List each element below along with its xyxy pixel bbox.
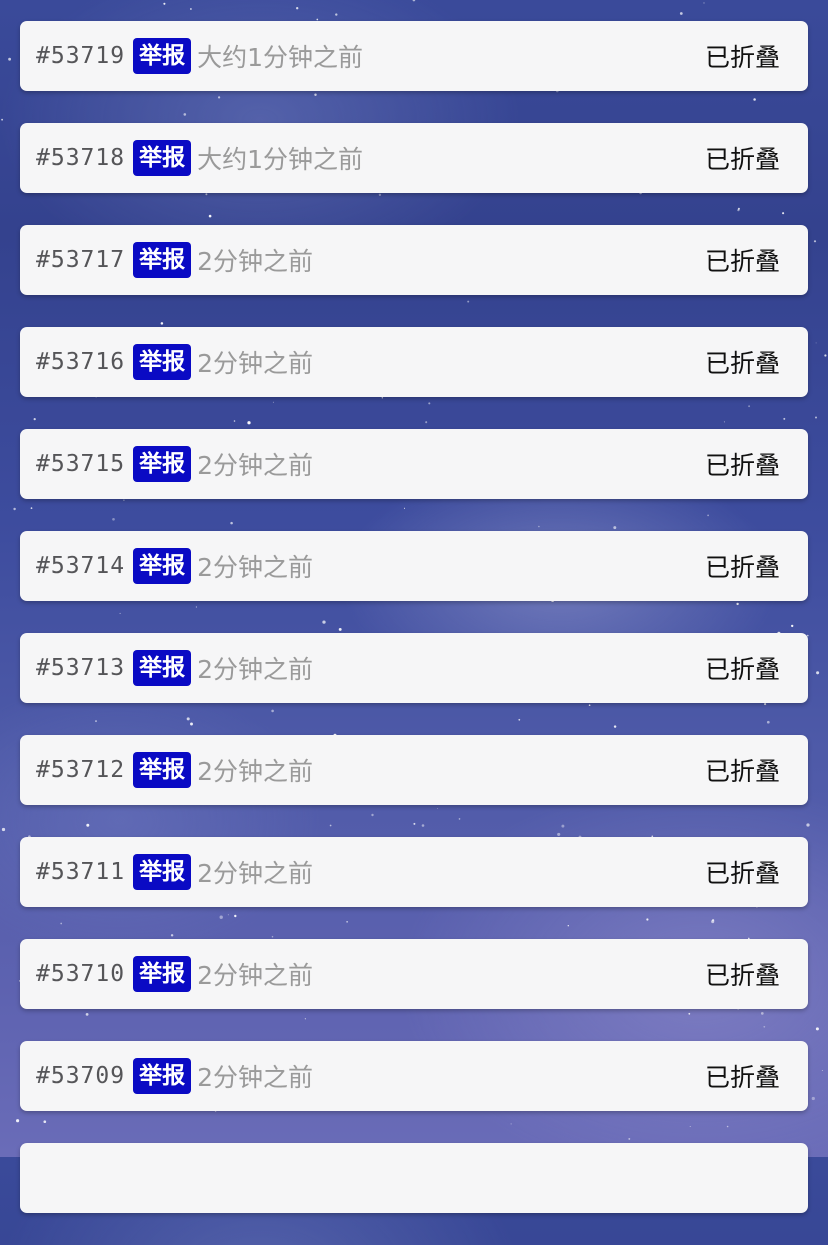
post-card[interactable]: #53718 举报 大约1分钟之前 已折叠: [20, 123, 808, 193]
star: [824, 354, 827, 357]
post-id: #53713: [36, 655, 126, 681]
star: [815, 342, 817, 344]
post-time: 2分钟之前: [197, 859, 313, 888]
star: [163, 2, 166, 5]
report-button[interactable]: 举报: [133, 548, 192, 584]
star: [16, 1119, 20, 1123]
post-card[interactable]: #53716 举报 2分钟之前 已折叠: [20, 327, 808, 397]
star: [8, 57, 12, 61]
post-id: #53715: [36, 451, 126, 477]
star: [1, 118, 4, 121]
report-button[interactable]: 举报: [133, 1058, 192, 1094]
report-button[interactable]: 举报: [133, 446, 192, 482]
collapsed-status[interactable]: 已折叠: [705, 446, 780, 482]
star: [679, 12, 683, 15]
post-id: #53711: [36, 859, 126, 885]
post-id: #53716: [36, 349, 126, 375]
star: [815, 416, 817, 419]
star: [412, 0, 416, 2]
collapsed-status[interactable]: 已折叠: [705, 752, 780, 788]
report-button[interactable]: 举报: [133, 344, 192, 380]
post-list: #53719 举报 大约1分钟之前 已折叠 #53718 举报 大约1分钟之前 …: [20, 21, 808, 1245]
post-time: 大约1分钟之前: [197, 145, 364, 174]
post-card[interactable]: #53719 举报 大约1分钟之前 已折叠: [20, 21, 808, 91]
post-time: 2分钟之前: [197, 349, 313, 378]
post-card-partial[interactable]: [20, 1143, 808, 1213]
star: [815, 1027, 819, 1031]
post-id: #53719: [36, 43, 126, 69]
star: [703, 2, 705, 4]
star: [813, 240, 817, 243]
post-time: 2分钟之前: [197, 247, 313, 276]
collapsed-status[interactable]: 已折叠: [705, 650, 780, 686]
post-id: #53717: [36, 247, 126, 273]
collapsed-status[interactable]: 已折叠: [705, 38, 780, 74]
post-id: #53710: [36, 961, 126, 987]
report-button[interactable]: 举报: [133, 956, 192, 992]
post-card[interactable]: #53713 举报 2分钟之前 已折叠: [20, 633, 808, 703]
report-button[interactable]: 举报: [133, 650, 192, 686]
collapsed-status[interactable]: 已折叠: [705, 140, 780, 176]
report-button[interactable]: 举报: [133, 854, 192, 890]
post-time: 2分钟之前: [197, 451, 313, 480]
post-card[interactable]: #53714 举报 2分钟之前 已折叠: [20, 531, 808, 601]
star: [821, 1069, 823, 1071]
post-card[interactable]: #53710 举报 2分钟之前 已折叠: [20, 939, 808, 1009]
collapsed-status[interactable]: 已折叠: [705, 548, 780, 584]
collapsed-status[interactable]: 已折叠: [705, 956, 780, 992]
post-time: 2分钟之前: [197, 655, 313, 684]
collapsed-status[interactable]: 已折叠: [705, 854, 780, 890]
post-time: 2分钟之前: [197, 553, 313, 582]
star: [13, 507, 16, 511]
collapsed-status[interactable]: 已折叠: [705, 242, 780, 278]
post-time: 大约1分钟之前: [197, 43, 364, 72]
star: [816, 671, 820, 675]
star: [335, 13, 338, 16]
post-card[interactable]: #53711 举报 2分钟之前 已折叠: [20, 837, 808, 907]
star: [189, 8, 192, 10]
report-button[interactable]: 举报: [133, 752, 192, 788]
post-time: 2分钟之前: [197, 1063, 313, 1092]
star: [1, 827, 6, 832]
post-card[interactable]: #53709 举报 2分钟之前 已折叠: [20, 1041, 808, 1111]
post-time: 2分钟之前: [197, 961, 313, 990]
report-button[interactable]: 举报: [133, 140, 192, 176]
post-id: #53714: [36, 553, 126, 579]
post-card[interactable]: #53717 举报 2分钟之前 已折叠: [20, 225, 808, 295]
post-card[interactable]: #53712 举报 2分钟之前 已折叠: [20, 735, 808, 805]
post-card[interactable]: #53715 举报 2分钟之前 已折叠: [20, 429, 808, 499]
star: [811, 1096, 815, 1101]
report-button[interactable]: 举报: [133, 38, 192, 74]
star: [296, 7, 299, 10]
report-button[interactable]: 举报: [133, 242, 192, 278]
collapsed-status[interactable]: 已折叠: [705, 1058, 780, 1094]
post-id: #53718: [36, 145, 126, 171]
post-id: #53709: [36, 1063, 126, 1089]
collapsed-status[interactable]: 已折叠: [705, 344, 780, 380]
post-time: 2分钟之前: [197, 757, 313, 786]
post-id: #53712: [36, 757, 126, 783]
